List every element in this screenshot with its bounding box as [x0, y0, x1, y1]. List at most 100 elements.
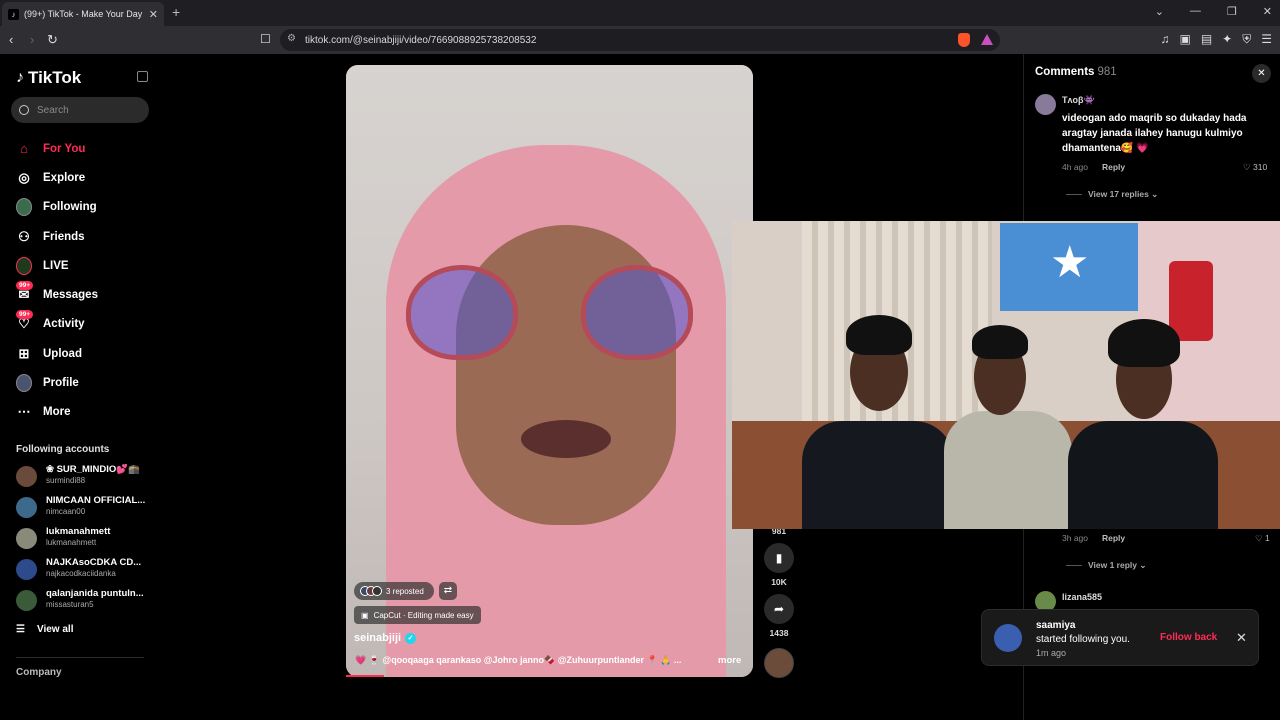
forward-icon[interactable]: › — [30, 32, 34, 47]
nav-label: Profile — [43, 377, 79, 390]
action-rail: 981 ▮ 10K ➦ 1438 — [764, 526, 794, 638]
nav-activity[interactable]: ♡ 99+ Activity — [16, 310, 156, 339]
search-icon — [19, 105, 29, 115]
reply-button[interactable]: Reply — [1102, 162, 1125, 172]
nav-label: Following — [43, 201, 97, 214]
close-window-icon[interactable]: ✕ — [1263, 5, 1272, 18]
view-replies-button[interactable]: View 17 replies ⌄ — [1066, 189, 1158, 200]
avatar[interactable] — [1035, 94, 1056, 115]
search-input[interactable]: Search — [11, 97, 149, 123]
comment-likes[interactable]: ♡ 1 — [1255, 533, 1270, 544]
caption-more-button[interactable]: more — [718, 655, 741, 666]
share-icon: ➦ — [773, 602, 785, 616]
avatar — [16, 559, 37, 580]
nav-friends[interactable]: ⚇ Friends — [16, 222, 156, 251]
account-name: lukmanahmett — [46, 526, 111, 537]
capcut-chip[interactable]: ▣ CapCut · Editing made easy — [354, 606, 481, 624]
comment-likes[interactable]: ♡ 310 — [1243, 162, 1267, 173]
pip-hair-right — [1108, 319, 1180, 367]
follow-notification-toast: saamiya started following you. 1m ago Fo… — [981, 609, 1259, 666]
toast-user[interactable]: saamiya — [1036, 620, 1075, 631]
menu-icon[interactable]: ☰ — [1261, 32, 1272, 47]
account-handle: najkacodkaciidanka — [46, 569, 116, 578]
shares-count: 1438 — [769, 628, 789, 638]
comment-text: videogan ado maqrib so dukaday hada arag… — [1062, 113, 1247, 154]
reload-icon[interactable]: ↻ — [47, 32, 58, 48]
reposted-chip[interactable]: 3 reposted — [354, 582, 434, 600]
tiktok-logo-icon: ♪ — [16, 69, 24, 86]
picture-in-picture-video[interactable]: ★ — [732, 221, 1280, 529]
video-caption: 💗 🍷 @qooqaaga qarankaso @Johro janno🍫 @Z… — [355, 655, 682, 665]
comment-time: 3h ago — [1062, 533, 1088, 543]
following-account[interactable]: NAJKAsoCDKA CD... najkacodkaciidanka — [16, 557, 156, 583]
media-icon[interactable]: ♫ — [1160, 32, 1169, 47]
close-toast-icon[interactable]: ✕ — [1236, 630, 1247, 646]
back-icon[interactable]: ‹ — [9, 32, 13, 47]
sidebar-toggle-icon[interactable]: ▣ — [1179, 32, 1190, 47]
tab-search-icon[interactable]: ⌄ — [1155, 5, 1164, 18]
browser-tab-bar: ♪ (99+) TikTok - Make Your Day ✕ + ⌄ — ❐… — [0, 0, 1280, 26]
home-icon: ⌂ — [20, 141, 28, 157]
video-author[interactable]: seinabjiji ✓ — [354, 632, 417, 644]
site-info-icon[interactable]: ⚙ — [287, 33, 296, 44]
new-tab-icon[interactable]: + — [172, 4, 180, 20]
following-account[interactable]: qalanjanida puntuln... missasturan5 — [16, 588, 156, 614]
avatar — [16, 497, 37, 518]
share-button[interactable]: ➦ — [764, 594, 794, 624]
repost-icon: ⇄ — [443, 585, 453, 596]
glasses-right — [581, 265, 693, 360]
logo-text: TikTok — [28, 68, 82, 87]
following-account[interactable]: lukmanahmett lukmanahmett — [16, 526, 156, 552]
nav-label: LIVE — [43, 259, 69, 272]
nav-following[interactable]: Following — [16, 193, 156, 222]
minimize-icon[interactable]: — — [1190, 5, 1201, 18]
capcut-icon: ▣ — [361, 610, 369, 620]
repost-button[interactable]: ⇄ — [439, 582, 457, 600]
nav-explore[interactable]: ◎ Explore — [16, 163, 156, 192]
company-link[interactable]: Company — [16, 667, 62, 678]
nav-live[interactable]: LIVE — [16, 251, 156, 280]
restore-icon[interactable]: ❐ — [1227, 5, 1237, 18]
comment-user[interactable]: lizana585 — [1062, 592, 1102, 602]
repost-avatars — [360, 586, 382, 596]
nav-messages[interactable]: ✉ 99+ Messages — [16, 280, 156, 309]
comments-title: Comments 981 — [1035, 66, 1117, 78]
view-all-link[interactable]: ☰ View all — [16, 624, 73, 635]
comment-user[interactable]: Tʌᴏβ👾 — [1062, 95, 1095, 106]
brave-shields-icon[interactable] — [958, 33, 970, 47]
sidebar-divider — [16, 657, 144, 658]
browser-tab[interactable]: ♪ (99+) TikTok - Make Your Day ✕ — [2, 2, 164, 26]
save-button[interactable]: ▮ — [764, 543, 794, 573]
collapse-sidebar-icon[interactable] — [137, 71, 148, 82]
following-account[interactable]: NIMCAAN OFFICIAL... nimcaan00 — [16, 495, 156, 521]
compass-icon: ◎ — [18, 169, 30, 185]
follow-back-button[interactable]: Follow back — [1160, 632, 1217, 643]
view-replies-button[interactable]: View 1 reply ⌄ — [1066, 560, 1146, 571]
following-account[interactable]: ❀ SUR_MINDIO💕🕋 surmindi88 — [16, 464, 156, 490]
avatar[interactable] — [994, 624, 1022, 652]
bookmark-save-icon: ▮ — [775, 551, 783, 565]
nav-profile[interactable]: Profile — [16, 368, 156, 397]
wallet-icon[interactable]: ▤ — [1201, 32, 1212, 47]
leo-ai-icon[interactable]: ✦ — [1222, 32, 1232, 47]
nav-for-you[interactable]: ⌂ For You — [16, 134, 156, 163]
nav-more[interactable]: ⋯ More — [16, 398, 156, 427]
following-accounts-heading: Following accounts — [16, 444, 110, 455]
tiktok-favicon-icon: ♪ — [8, 8, 19, 20]
main-nav: ⌂ For You ◎ Explore Following ⚇ Friends … — [16, 134, 156, 427]
close-tab-icon[interactable]: ✕ — [149, 8, 158, 21]
nav-upload[interactable]: ⊞ Upload — [16, 339, 156, 368]
vpn-icon[interactable]: ⛨ — [1242, 32, 1251, 47]
url-field[interactable]: ⚙ tiktok.com/@seinabjiji/video/766908892… — [280, 29, 1000, 51]
tiktok-logo[interactable]: ♪ TikTok — [16, 68, 81, 88]
bookmark-icon[interactable]: ☐ — [260, 32, 271, 46]
account-name: NIMCAAN OFFICIAL... — [46, 495, 146, 506]
brave-rewards-icon[interactable] — [981, 34, 993, 45]
upload-icon: ⊞ — [18, 345, 30, 361]
view-replies-label: View 17 replies — [1088, 189, 1149, 199]
browser-toolbar: ♫ ▣ ▤ ✦ ⛨ ☰ — [1160, 32, 1272, 47]
reply-button[interactable]: Reply — [1102, 533, 1125, 543]
creator-avatar[interactable] — [764, 648, 794, 678]
video-progress-bar[interactable] — [346, 675, 384, 677]
close-comments-button[interactable]: ✕ — [1252, 64, 1271, 83]
